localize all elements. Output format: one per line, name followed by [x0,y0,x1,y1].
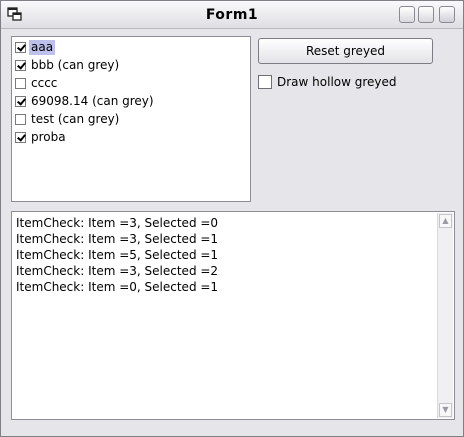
list-item[interactable]: aaa [15,39,56,56]
item-checkbox[interactable] [15,114,26,125]
window-title: Form1 [205,7,259,23]
item-label: bbb (can grey) [31,58,120,72]
list-item[interactable]: proba [15,129,68,146]
item-label: cccc [31,76,58,90]
item-label: 69098.14 (can grey) [31,94,154,108]
close-icon[interactable] [439,6,455,23]
item-label: proba [31,130,66,144]
log-line: ItemCheck: Item =0, Selected =1 [16,280,219,294]
list-item[interactable]: cccc [15,75,59,92]
scroll-down-icon[interactable]: ▼ [439,403,452,417]
hollow-checkbox-box[interactable] [258,75,272,89]
reset-greyed-button[interactable]: Reset greyed [258,38,433,64]
log-line: ItemCheck: Item =3, Selected =1 [16,232,219,246]
log-line: ItemCheck: Item =5, Selected =1 [16,248,219,262]
minimize-icon[interactable] [399,6,415,23]
vertical-scrollbar[interactable]: ▲ ▼ [437,213,453,418]
scroll-up-icon[interactable]: ▲ [439,214,452,228]
maximize-icon[interactable] [418,6,434,23]
item-checkbox[interactable] [15,60,26,71]
item-checkbox[interactable] [15,42,26,53]
item-checkbox[interactable] [15,96,26,107]
check-list-box[interactable]: aaa bbb (can grey) cccc 69098.14 (can gr… [11,36,251,202]
title-bar[interactable]: Form1 [1,1,463,29]
event-log-memo[interactable]: ItemCheck: Item =3, Selected =0 ItemChec… [11,211,455,420]
log-line: ItemCheck: Item =3, Selected =2 [16,264,219,278]
list-item[interactable]: test (can grey) [15,111,121,128]
draw-hollow-greyed-checkbox[interactable]: Draw hollow greyed [258,74,397,90]
list-item[interactable]: bbb (can grey) [15,57,121,74]
hollow-checkbox-label: Draw hollow greyed [277,75,397,89]
list-item[interactable]: 69098.14 (can grey) [15,93,156,110]
item-label: test (can grey) [31,112,120,126]
item-label: aaa [29,40,56,55]
item-checkbox[interactable] [15,78,26,89]
log-line: ItemCheck: Item =3, Selected =0 [16,216,219,230]
main-window: Form1 aaa bbb (can grey) cccc 69098.14 (… [0,0,464,437]
item-checkbox[interactable] [15,132,26,143]
